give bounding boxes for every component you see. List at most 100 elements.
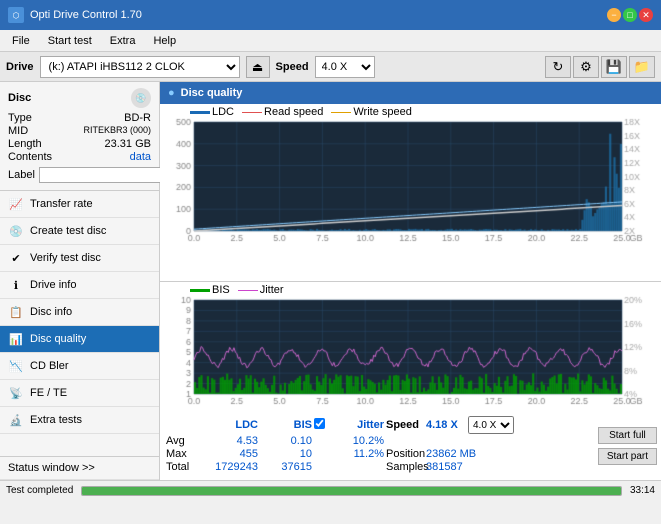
length-label: Length bbox=[8, 138, 42, 150]
contents-label: Contents bbox=[8, 151, 52, 163]
upper-chart-canvas bbox=[160, 104, 650, 249]
menu-help[interactable]: Help bbox=[145, 33, 184, 49]
settings-button[interactable]: ⚙ bbox=[573, 56, 599, 78]
verify-test-disc-icon: ✔ bbox=[8, 250, 24, 266]
speed-select[interactable]: 4.0 X bbox=[315, 56, 375, 78]
sidebar-item-disc-quality[interactable]: 📊 Disc quality bbox=[0, 326, 159, 353]
max-ldc-val: 455 bbox=[206, 448, 258, 460]
progress-bar bbox=[81, 486, 622, 496]
contents-value: data bbox=[130, 151, 151, 163]
sidebar-item-label: Drive info bbox=[30, 279, 76, 291]
bottom-stats: LDC BIS Jitter Speed 4.18 X 4.0 X Avg 4.… bbox=[160, 412, 661, 480]
max-jitter-val: 11.2% bbox=[332, 448, 384, 460]
mid-label: MID bbox=[8, 125, 28, 137]
speed-label: Speed bbox=[276, 61, 309, 73]
sidebar-item-label: FE / TE bbox=[30, 387, 67, 399]
refresh-button[interactable]: ↻ bbox=[545, 56, 571, 78]
sidebar-item-fe-te[interactable]: 📡 FE / TE bbox=[0, 380, 159, 407]
samples-val: 381587 bbox=[426, 461, 463, 473]
position-val: 23862 MB bbox=[426, 448, 476, 460]
menu-file[interactable]: File bbox=[4, 33, 38, 49]
start-full-button[interactable]: Start full bbox=[598, 427, 657, 444]
label-label: Label bbox=[8, 169, 35, 181]
drivebar: Drive (k:) ATAPI iHBS112 2 CLOK ⏏ Speed … bbox=[0, 52, 661, 82]
app-icon: ⬡ bbox=[8, 7, 24, 23]
sidebar: Disc 💿 Type BD-R MID RITEKBR3 (000) Leng… bbox=[0, 82, 160, 480]
disc-icon: 💿 bbox=[131, 88, 151, 108]
sidebar-item-label: Disc info bbox=[30, 306, 72, 318]
position-label: Position bbox=[386, 448, 424, 460]
maximize-button[interactable]: □ bbox=[623, 8, 637, 22]
status-window-label: Status window >> bbox=[8, 462, 95, 474]
sidebar-item-label: Create test disc bbox=[30, 225, 106, 237]
drive-label: Drive bbox=[6, 61, 34, 73]
disc-quality-header: ● Disc quality bbox=[160, 82, 661, 104]
upper-chart: LDC Read speed Write speed bbox=[160, 104, 661, 282]
save-button[interactable]: 📁 bbox=[629, 56, 655, 78]
jitter-checkbox[interactable] bbox=[314, 418, 325, 429]
lower-chart-canvas bbox=[160, 282, 650, 412]
sidebar-item-cd-bler[interactable]: 📉 CD Bler bbox=[0, 353, 159, 380]
disc-panel-title: Disc bbox=[8, 92, 31, 104]
sidebar-item-drive-info[interactable]: ℹ Drive info bbox=[0, 272, 159, 299]
create-test-disc-icon: 💿 bbox=[8, 223, 24, 239]
close-button[interactable]: ✕ bbox=[639, 8, 653, 22]
drive-select[interactable]: (k:) ATAPI iHBS112 2 CLOK bbox=[40, 56, 240, 78]
speed-dropdown[interactable]: 4.0 X bbox=[468, 416, 514, 434]
mid-value: RITEKBR3 (000) bbox=[83, 125, 151, 137]
extra-tests-icon: 🔬 bbox=[8, 412, 24, 428]
status-text: Test completed bbox=[6, 485, 73, 496]
status-time: 33:14 bbox=[630, 485, 655, 496]
info-button[interactable]: 💾 bbox=[601, 56, 627, 78]
charts-container: LDC Read speed Write speed bbox=[160, 104, 661, 412]
sidebar-item-create-test-disc[interactable]: 💿 Create test disc bbox=[0, 218, 159, 245]
total-bis-val: 37615 bbox=[260, 461, 312, 473]
total-ldc-val: 1729243 bbox=[206, 461, 258, 473]
bis-legend-label: BIS bbox=[212, 284, 230, 296]
sidebar-item-extra-tests[interactable]: 🔬 Extra tests bbox=[0, 407, 159, 434]
sidebar-item-label: Extra tests bbox=[30, 414, 82, 426]
sidebar-item-verify-test-disc[interactable]: ✔ Verify test disc bbox=[0, 245, 159, 272]
start-buttons: Start full Start part bbox=[594, 412, 661, 480]
sidebar-item-transfer-rate[interactable]: 📈 Transfer rate bbox=[0, 191, 159, 218]
eject-button[interactable]: ⏏ bbox=[246, 56, 270, 78]
length-value: 23.31 GB bbox=[105, 138, 151, 150]
sidebar-item-status-window[interactable]: Status window >> bbox=[0, 456, 159, 480]
sidebar-item-label: CD Bler bbox=[30, 360, 69, 372]
ldc-header: LDC bbox=[206, 419, 258, 431]
avg-jitter-val: 10.2% bbox=[332, 435, 384, 447]
jitter-checkbox-label bbox=[314, 418, 330, 432]
type-value: BD-R bbox=[124, 112, 151, 124]
lower-chart-legend: BIS Jitter bbox=[190, 284, 284, 296]
app-title: Opti Drive Control 1.70 bbox=[30, 9, 142, 21]
fe-te-icon: 📡 bbox=[8, 385, 24, 401]
disc-panel: Disc 💿 Type BD-R MID RITEKBR3 (000) Leng… bbox=[0, 82, 159, 191]
avg-label: Avg bbox=[166, 435, 204, 447]
label-input[interactable] bbox=[39, 167, 177, 183]
type-label: Type bbox=[8, 112, 32, 124]
main-area: Disc 💿 Type BD-R MID RITEKBR3 (000) Leng… bbox=[0, 82, 661, 480]
minimize-button[interactable]: − bbox=[607, 8, 621, 22]
statusbar: Test completed 33:14 bbox=[0, 480, 661, 500]
menu-extra[interactable]: Extra bbox=[102, 33, 144, 49]
avg-bis-val: 0.10 bbox=[260, 435, 312, 447]
transfer-rate-icon: 📈 bbox=[8, 196, 24, 212]
sidebar-item-label: Disc quality bbox=[30, 333, 86, 345]
avg-ldc-val: 4.53 bbox=[206, 435, 258, 447]
avg-speed-val: 4.18 X bbox=[426, 419, 466, 431]
total-label: Total bbox=[166, 461, 204, 473]
max-label: Max bbox=[166, 448, 204, 460]
disc-quality-title: Disc quality bbox=[181, 87, 243, 99]
disc-info-icon: 📋 bbox=[8, 304, 24, 320]
max-bis-val: 10 bbox=[260, 448, 312, 460]
menu-start-test[interactable]: Start test bbox=[40, 33, 100, 49]
samples-label: Samples bbox=[386, 461, 424, 473]
sidebar-item-disc-info[interactable]: 📋 Disc info bbox=[0, 299, 159, 326]
stats-table-section: LDC BIS Jitter Speed 4.18 X 4.0 X Avg 4.… bbox=[160, 412, 588, 480]
write-speed-legend-label: Write speed bbox=[353, 106, 412, 118]
start-part-button[interactable]: Start part bbox=[598, 448, 657, 465]
jitter-header: Jitter bbox=[332, 419, 384, 431]
jitter-legend-label: Jitter bbox=[260, 284, 284, 296]
titlebar: ⬡ Opti Drive Control 1.70 − □ ✕ bbox=[0, 0, 661, 30]
cd-bler-icon: 📉 bbox=[8, 358, 24, 374]
